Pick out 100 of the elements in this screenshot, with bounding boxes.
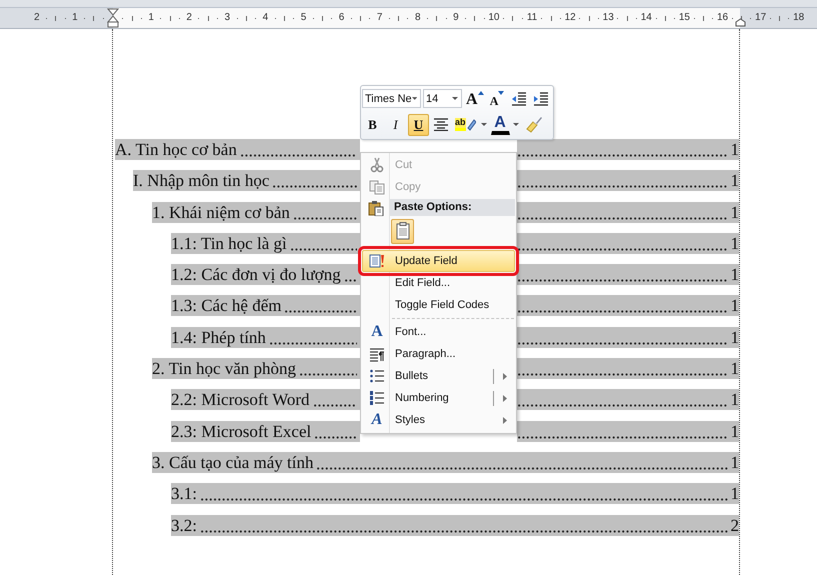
menu-item[interactable]: Edit Field... <box>362 272 515 294</box>
toc-entry[interactable]: 1.4: Phép tính <box>171 326 360 348</box>
toc-entry[interactable]: 1 <box>517 295 739 316</box>
toc-entry[interactable]: 2.2: Microsoft Word <box>171 389 360 410</box>
align-center-icon <box>433 118 449 131</box>
ruler-number: 1 <box>148 12 154 24</box>
ruler-number: 2 <box>34 12 40 24</box>
page-number: 1 <box>730 420 739 442</box>
entry-title: A. Tin học cơ bản <box>115 139 237 160</box>
font-icon: A <box>371 324 383 340</box>
toc-entry[interactable]: 2. Tin học văn phòng <box>152 358 360 380</box>
clipboard-icon <box>368 200 384 216</box>
toc-entry[interactable]: 1 <box>517 420 739 442</box>
toc-entry[interactable]: 1 <box>517 326 739 348</box>
page-number: 1 <box>730 232 739 254</box>
page-number: 1 <box>730 264 739 286</box>
ruler-number: 16 <box>716 12 728 24</box>
submenu-arrow-icon <box>503 416 507 424</box>
toc-entry[interactable]: 1 <box>517 232 739 254</box>
menu-item[interactable]: A Font... <box>362 321 515 343</box>
document-warning-icon <box>369 253 385 269</box>
entry-title: 1.1: Tin học là gì <box>171 232 287 254</box>
menu-item[interactable]: Bullets <box>362 365 515 387</box>
copy-icon <box>369 179 385 195</box>
ruler-number: 9 <box>453 12 459 24</box>
ruler-number: 2 <box>186 12 192 24</box>
paragraph-icon <box>369 346 385 362</box>
ruler-number: 11 <box>526 12 538 24</box>
toc-entry[interactable]: 3. Cấu tạo của máy tính 1 <box>152 452 739 473</box>
menu-item[interactable]: Numbering <box>362 387 515 409</box>
toc-entry[interactable]: 1 <box>517 170 739 192</box>
page-number: 1 <box>730 202 739 223</box>
toc-entry[interactable]: 2.3: Microsoft Excel <box>171 420 360 442</box>
paintbrush-icon <box>524 116 543 133</box>
entry-title: 1.4: Phép tính <box>171 326 266 348</box>
submenu-arrow-icon <box>503 372 507 380</box>
scissors-icon <box>369 157 385 173</box>
toc-entry[interactable]: A. Tin học cơ bản <box>115 139 360 160</box>
page-number: 1 <box>730 326 739 348</box>
caret-icon <box>498 90 504 94</box>
ruler-number: 6 <box>338 12 344 24</box>
ruler-number: 14 <box>640 12 652 24</box>
pen-icon <box>466 118 476 132</box>
toc-entry[interactable]: I. Nhập môn tin học <box>133 170 360 192</box>
page-number: 1 <box>730 295 739 316</box>
bold-button[interactable]: B <box>362 114 383 136</box>
toc-entry[interactable]: 3.2: 2 <box>171 514 739 536</box>
italic-button[interactable]: I <box>385 114 406 136</box>
underline-button[interactable]: U <box>408 114 429 136</box>
entry-title: 1. Khái niệm cơ bản <box>152 202 290 223</box>
bulleted-list-icon <box>369 368 385 384</box>
entry-title: 3.2: <box>171 514 197 536</box>
toc-entry[interactable]: 1 <box>517 358 739 380</box>
toc-entry[interactable]: 1 <box>517 264 739 286</box>
entry-title: 2. Tin học văn phòng <box>152 358 296 380</box>
toc-entry[interactable]: 1.3: Các hệ đếm <box>171 295 360 316</box>
font-name-field[interactable]: Times Ne <box>362 89 421 108</box>
font-size-field[interactable]: 14 <box>423 89 462 108</box>
menu-item[interactable]: Paragraph... <box>362 343 515 365</box>
toc-entry[interactable]: 3.1: 1 <box>171 483 739 504</box>
font-color-button[interactable]: A <box>490 114 510 134</box>
clipboard-icon <box>396 222 410 240</box>
entry-title: 1.3: Các hệ đếm <box>171 295 282 316</box>
toc-entry[interactable]: 1 <box>517 139 739 160</box>
menu-item[interactable]: Toggle Field Codes <box>362 294 515 316</box>
entry-title: 3.1: <box>171 483 197 504</box>
entry-title: 2.3: Microsoft Excel <box>171 420 312 442</box>
caret-icon <box>513 123 520 126</box>
ruler-number: 4 <box>262 12 268 24</box>
page-number: 2 <box>730 514 739 536</box>
ruler-number: 5 <box>300 12 306 24</box>
shrink-font-button[interactable]: A <box>488 88 507 110</box>
ruler-number: 15 <box>678 12 690 24</box>
indent-icon <box>510 92 527 106</box>
page-number: 1 <box>730 389 739 410</box>
indent-marker-icon <box>735 18 746 27</box>
indent-icon <box>532 92 549 106</box>
entry-title: I. Nhập môn tin học <box>133 170 270 192</box>
toc-entry[interactable]: 1. Khái niệm cơ bản <box>152 202 360 223</box>
caret-icon <box>412 97 417 100</box>
ruler-number: 1 <box>72 12 78 24</box>
toc-entry[interactable]: 1 <box>517 389 739 410</box>
entry-title: 2.2: Microsoft Word <box>171 389 310 410</box>
ruler-number: 8 <box>414 12 421 24</box>
highlight-button[interactable]: ab <box>453 114 478 136</box>
submenu-arrow-icon <box>503 394 507 402</box>
page-number: 1 <box>730 358 739 380</box>
ruler-number: 18 <box>793 12 804 24</box>
ruler-number: 13 <box>602 12 614 24</box>
ruler-number: 17 <box>755 12 766 24</box>
grow-font-button[interactable]: A <box>464 88 486 110</box>
ruler-number: 10 <box>488 12 500 24</box>
paste-option-button[interactable] <box>391 218 414 244</box>
menu-item[interactable]: A Styles <box>362 409 515 431</box>
caret-icon <box>452 97 458 100</box>
page-number: 1 <box>730 452 739 473</box>
page-number: 1 <box>730 139 739 160</box>
toc-entry[interactable]: 1.1: Tin học là gì <box>171 232 360 254</box>
styles-icon: A <box>372 412 382 428</box>
toc-entry[interactable]: 1 <box>517 202 739 223</box>
